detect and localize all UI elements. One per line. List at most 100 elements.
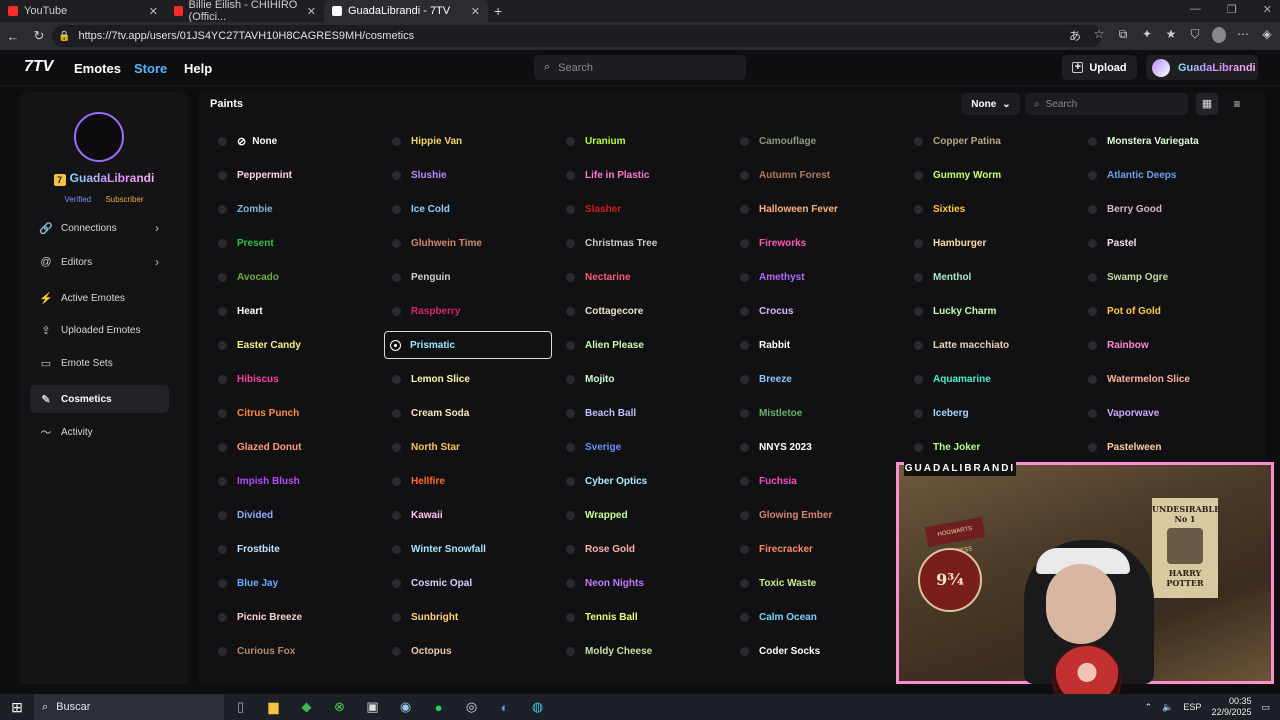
paint-item[interactable]: Cyber Optics xyxy=(560,467,647,495)
paint-item[interactable]: Prismatic xyxy=(384,331,552,359)
paint-item[interactable]: Fireworks xyxy=(734,229,806,257)
url-field[interactable]: 🔒 https://7tv.app/users/01JS4YC27TAVH10H… xyxy=(52,25,1102,47)
radio-icon[interactable] xyxy=(1088,272,1097,282)
radio-icon[interactable] xyxy=(566,204,575,214)
radio-icon[interactable] xyxy=(392,136,401,146)
radio-icon[interactable] xyxy=(218,170,227,180)
paint-item[interactable]: Hibiscus xyxy=(212,365,279,393)
paint-item[interactable]: Sixties xyxy=(908,195,965,223)
app-green-icon[interactable]: ◆ xyxy=(290,699,323,715)
paint-item[interactable]: Crocus xyxy=(734,297,793,325)
paint-item[interactable]: Alien Please xyxy=(560,331,644,359)
tab-7tv[interactable]: GuadaLibrandi - 7TV ✕ xyxy=(324,0,488,22)
shield-icon[interactable]: ⛉ xyxy=(1188,27,1202,44)
list-view-icon[interactable]: ≡ xyxy=(1226,93,1248,115)
sidebar-item-cosmetics[interactable]: ✎ Cosmetics xyxy=(30,385,169,413)
close-window-icon[interactable]: ✕ xyxy=(1263,3,1272,16)
reload-icon[interactable]: ↻ xyxy=(26,28,52,44)
radio-icon[interactable] xyxy=(1088,340,1097,350)
radio-icon[interactable] xyxy=(392,272,401,282)
paint-item[interactable]: Beach Ball xyxy=(560,399,636,427)
paint-item[interactable]: Latte macchiato xyxy=(908,331,1009,359)
radio-icon[interactable] xyxy=(218,544,227,554)
paint-item[interactable]: Vaporwave xyxy=(1082,399,1159,427)
paint-item[interactable]: Pastel xyxy=(1082,229,1136,257)
radio-icon[interactable] xyxy=(914,272,923,282)
paint-item[interactable]: Heart xyxy=(212,297,263,325)
obs-icon[interactable]: ◎ xyxy=(455,699,488,715)
radio-icon[interactable] xyxy=(914,136,923,146)
paint-item[interactable]: Camouflage xyxy=(734,127,816,155)
radio-icon[interactable] xyxy=(392,578,401,588)
paint-item[interactable]: Firecracker xyxy=(734,535,813,563)
paint-item[interactable]: Menthol xyxy=(908,263,971,291)
paint-item[interactable]: Gummy Worm xyxy=(908,161,1001,189)
paint-item[interactable]: Toxic Waste xyxy=(734,569,816,597)
steam-icon[interactable]: ◉ xyxy=(389,699,422,715)
radio-icon[interactable] xyxy=(566,476,575,486)
puzzle-icon[interactable]: ✦ xyxy=(1140,27,1154,44)
chevron-up-icon[interactable]: ⌃ xyxy=(1145,702,1153,713)
sidebar-item-connections[interactable]: 🔗 Connections › xyxy=(30,214,169,242)
radio-icon[interactable] xyxy=(566,238,575,248)
sidebar-item-emote-sets[interactable]: ▭ Emote Sets xyxy=(30,349,169,377)
radio-icon[interactable] xyxy=(740,170,749,180)
radio-icon[interactable] xyxy=(740,204,749,214)
paint-item[interactable]: Iceberg xyxy=(908,399,969,427)
paint-item[interactable]: North Star xyxy=(386,433,460,461)
radio-icon[interactable] xyxy=(218,374,227,384)
radio-icon[interactable] xyxy=(218,578,227,588)
new-tab-button[interactable]: + xyxy=(494,3,502,19)
radio-icon[interactable] xyxy=(566,408,575,418)
paint-item[interactable]: Easter Candy xyxy=(212,331,301,359)
radio-icon[interactable] xyxy=(218,306,227,316)
paint-item[interactable]: Autumn Forest xyxy=(734,161,830,189)
lang-indicator[interactable]: ESP xyxy=(1183,702,1201,712)
notification-icon[interactable]: ▭ xyxy=(1261,702,1270,713)
favorites-icon[interactable]: ★ xyxy=(1164,27,1178,44)
tab-billie-eilish[interactable]: Billie Eilish - CHIHIRO (Offici... ✕ xyxy=(166,0,324,23)
radio-icon[interactable] xyxy=(218,442,227,452)
maximize-icon[interactable]: ❐ xyxy=(1227,3,1237,16)
paint-item[interactable]: Hippie Van xyxy=(386,127,462,155)
paint-item[interactable]: Life in Plastic xyxy=(560,161,649,189)
search-input[interactable]: ⌕ Search xyxy=(534,55,746,80)
paint-item[interactable]: Mistletoe xyxy=(734,399,802,427)
radio-icon[interactable] xyxy=(218,476,227,486)
paint-item[interactable]: Peppermint xyxy=(212,161,292,189)
paint-item[interactable]: Blue Jay xyxy=(212,569,278,597)
taskbar-search[interactable]: ⌕ Buscar xyxy=(34,694,224,720)
paint-item[interactable]: Picnic Breeze xyxy=(212,603,302,631)
radio-icon[interactable] xyxy=(1088,306,1097,316)
paint-item[interactable]: Slasher xyxy=(560,195,621,223)
paint-item[interactable]: The Joker xyxy=(908,433,980,461)
paint-item[interactable]: Sunbright xyxy=(386,603,458,631)
spotify-icon[interactable]: ● xyxy=(422,700,455,715)
radio-icon[interactable] xyxy=(392,306,401,316)
close-icon[interactable]: ✕ xyxy=(307,5,316,18)
paint-item[interactable]: Calm Ocean xyxy=(734,603,817,631)
paint-item[interactable]: Cosmic Opal xyxy=(386,569,472,597)
tab-youtube[interactable]: YouTube ✕ xyxy=(0,0,166,22)
paint-item[interactable]: ⊘ None xyxy=(212,127,277,155)
radio-icon[interactable] xyxy=(740,646,749,656)
radio-icon[interactable] xyxy=(740,238,749,248)
radio-icon[interactable] xyxy=(1088,136,1097,146)
paint-item[interactable]: NNYS 2023 xyxy=(734,433,812,461)
paint-item[interactable]: Frostbite xyxy=(212,535,280,563)
upload-button[interactable]: + Upload xyxy=(1062,55,1137,80)
radio-icon[interactable] xyxy=(218,272,227,282)
radio-icon[interactable] xyxy=(914,442,923,452)
radio-icon[interactable] xyxy=(218,408,227,418)
paints-search-input[interactable]: ⌕ Search xyxy=(1026,93,1188,115)
radio-icon[interactable] xyxy=(740,612,749,622)
paint-item[interactable]: Rabbit xyxy=(734,331,790,359)
radio-icon[interactable] xyxy=(914,340,923,350)
radio-icon[interactable] xyxy=(566,646,575,656)
radio-icon[interactable] xyxy=(392,374,401,384)
paint-item[interactable]: Tennis Ball xyxy=(560,603,638,631)
radio-icon[interactable] xyxy=(392,544,401,554)
paint-item[interactable]: Berry Good xyxy=(1082,195,1162,223)
nav-emotes[interactable]: Emotes xyxy=(74,61,121,76)
sidebar-item-editors[interactable]: @ Editors › xyxy=(30,248,169,276)
